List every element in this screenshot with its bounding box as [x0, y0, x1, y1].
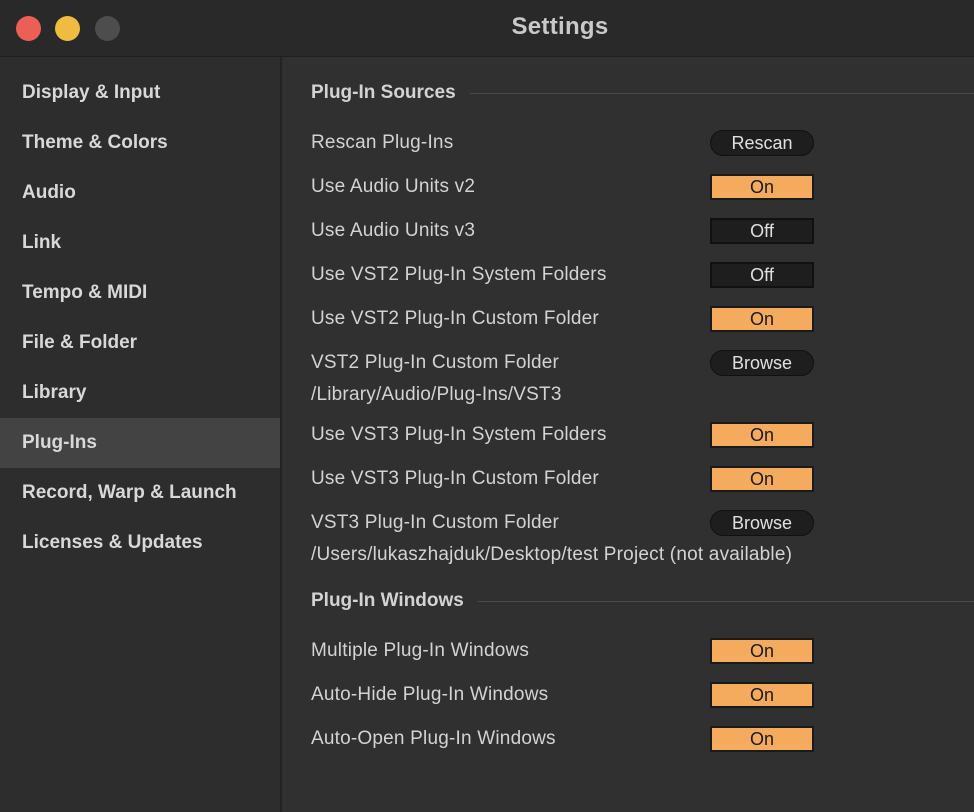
plug-in-windows-section-header: Plug-In Windows	[311, 586, 974, 616]
rescan-plug-ins-label: Rescan Plug-Ins	[311, 132, 454, 153]
sidebar: Display & Input Theme & Colors Audio Lin…	[0, 57, 282, 812]
use-audio-units-v2-label: Use Audio Units v2	[311, 176, 476, 197]
vst3-browse-button[interactable]: Browse	[710, 510, 814, 536]
sidebar-item-display-input[interactable]: Display & Input	[0, 68, 280, 118]
minimize-window-button[interactable]	[55, 16, 80, 41]
use-audio-units-v3-label: Use Audio Units v3	[311, 220, 476, 241]
sidebar-item-theme-colors[interactable]: Theme & Colors	[0, 118, 280, 168]
sidebar-item-plug-ins[interactable]: Plug-Ins	[0, 418, 280, 468]
vst2-browse-button[interactable]: Browse	[710, 350, 814, 376]
auto-hide-plug-in-windows-toggle[interactable]: On	[710, 682, 814, 708]
vst2-custom-folder-path: /Library/Audio/Plug-Ins/VST3	[311, 384, 562, 405]
sidebar-item-record-warp-launch[interactable]: Record, Warp & Launch	[0, 468, 280, 518]
use-vst2-custom-folder-label: Use VST2 Plug-In Custom Folder	[311, 308, 599, 329]
rescan-button[interactable]: Rescan	[710, 130, 814, 156]
vst2-custom-folder-label: VST2 Plug-In Custom Folder	[311, 352, 560, 373]
zoom-window-button[interactable]	[95, 16, 120, 41]
use-audio-units-v2-toggle[interactable]: On	[710, 174, 814, 200]
sidebar-item-file-folder[interactable]: File & Folder	[0, 318, 280, 368]
multiple-plug-in-windows-toggle[interactable]: On	[710, 638, 814, 664]
section-title: Plug-In Windows	[311, 590, 464, 611]
use-vst2-system-folders-toggle[interactable]: Off	[710, 262, 814, 288]
sidebar-item-tempo-midi[interactable]: Tempo & MIDI	[0, 268, 280, 318]
sidebar-item-library[interactable]: Library	[0, 368, 280, 418]
section-divider	[477, 600, 974, 602]
sidebar-item-licenses-updates[interactable]: Licenses & Updates	[0, 518, 280, 568]
plug-in-sources-section-header: Plug-In Sources	[311, 78, 974, 108]
plug-ins-panel: Plug-In Sources Rescan Plug-Ins Rescan U…	[282, 57, 974, 812]
sidebar-item-link[interactable]: Link	[0, 218, 280, 268]
use-audio-units-v3-toggle[interactable]: Off	[710, 218, 814, 244]
use-vst3-custom-folder-toggle[interactable]: On	[710, 466, 814, 492]
window-title: Settings	[511, 13, 609, 40]
title-bar: Settings	[0, 0, 974, 57]
close-window-button[interactable]	[16, 16, 41, 41]
section-title: Plug-In Sources	[311, 82, 456, 103]
use-vst2-system-folders-label: Use VST2 Plug-In System Folders	[311, 264, 607, 285]
vst3-custom-folder-path: /Users/lukaszhajduk/Desktop/test Project…	[311, 544, 793, 565]
vst3-custom-folder-label: VST3 Plug-In Custom Folder	[311, 512, 560, 533]
multiple-plug-in-windows-label: Multiple Plug-In Windows	[311, 640, 530, 661]
use-vst3-system-folders-label: Use VST3 Plug-In System Folders	[311, 424, 607, 445]
auto-open-plug-in-windows-toggle[interactable]: On	[710, 726, 814, 752]
use-vst2-custom-folder-toggle[interactable]: On	[710, 306, 814, 332]
section-divider	[469, 92, 974, 94]
use-vst3-system-folders-toggle[interactable]: On	[710, 422, 814, 448]
use-vst3-custom-folder-label: Use VST3 Plug-In Custom Folder	[311, 468, 599, 489]
sidebar-item-audio[interactable]: Audio	[0, 168, 280, 218]
auto-open-plug-in-windows-label: Auto-Open Plug-In Windows	[311, 728, 556, 749]
settings-window: Settings Display & Input Theme & Colors …	[0, 0, 974, 812]
auto-hide-plug-in-windows-label: Auto-Hide Plug-In Windows	[311, 684, 549, 705]
